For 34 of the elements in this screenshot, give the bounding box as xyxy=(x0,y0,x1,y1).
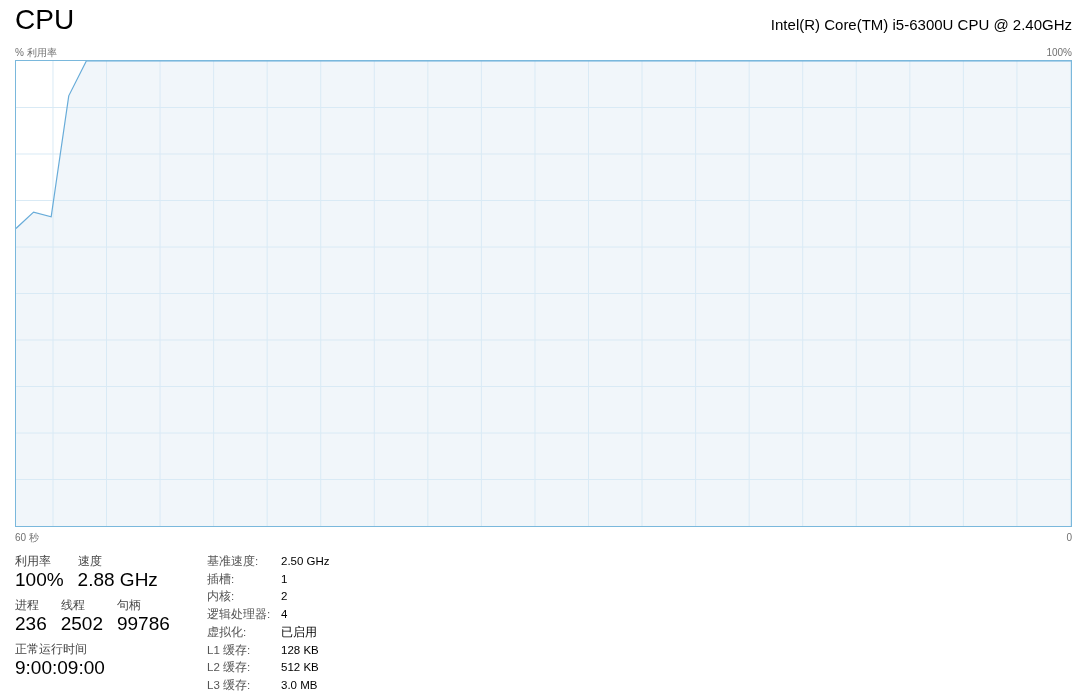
detail-value: 3.0 MB xyxy=(281,677,318,692)
detail-value: 128 KB xyxy=(281,642,319,658)
axis-label: 60 秒 xyxy=(15,531,39,545)
page-title: CPU xyxy=(15,3,75,37)
detail-value: 2 xyxy=(281,589,288,605)
stat-value: 236 xyxy=(15,613,47,635)
detail-label: 逻辑处理器: xyxy=(207,607,272,623)
stat-value: 100% xyxy=(15,569,64,591)
stat-label: 句柄 xyxy=(117,597,142,613)
detail-label: 基准速度: xyxy=(207,554,260,569)
detail-value: 2.50 GHz xyxy=(281,554,330,569)
axis-label: 0 xyxy=(1066,531,1072,545)
stat-label: 利用率 xyxy=(15,553,52,569)
axis-label: % 利用率 xyxy=(15,46,57,60)
detail-label: L2 缓存: xyxy=(207,660,252,676)
detail-value: 512 KB xyxy=(281,660,319,676)
detail-label: 内核: xyxy=(207,589,236,605)
detail-value: 已启用 xyxy=(281,624,317,640)
stat-value: 2502 xyxy=(60,613,103,635)
stat-label: 线程 xyxy=(60,597,86,613)
processor-name: Intel(R) Core(TM) i5-6300U CPU @ 2.40GHz xyxy=(770,15,1072,35)
stat-value: 9:00:09:00 xyxy=(15,657,105,679)
detail-label: L3 缓存: xyxy=(207,677,252,692)
stat-label: 正常运行时间 xyxy=(15,641,88,657)
stat-value: 2.88 GHz xyxy=(77,569,158,591)
detail-label: L1 缓存: xyxy=(207,642,252,658)
stat-label: 速度 xyxy=(77,553,103,569)
detail-value: 1 xyxy=(281,571,288,587)
stat-value: 99786 xyxy=(117,613,170,635)
axis-label: 100% xyxy=(1046,46,1072,60)
detail-value: 4 xyxy=(281,607,288,623)
stat-label: 进程 xyxy=(15,597,40,613)
detail-label: 插槽: xyxy=(207,571,236,587)
detail-label: 虚拟化: xyxy=(207,624,248,640)
